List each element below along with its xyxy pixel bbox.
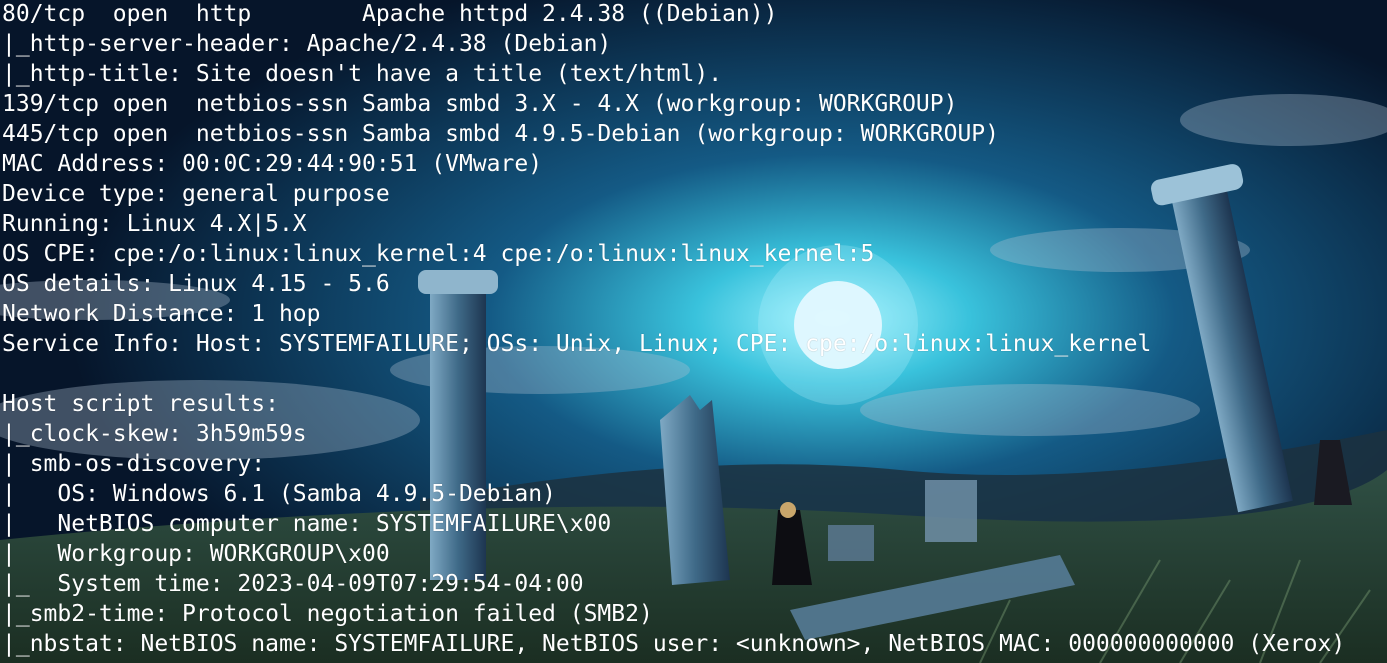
terminal-line: |_http-title: Site doesn't have a title … xyxy=(2,61,723,87)
terminal-line: |_ System time: 2023-04-09T07:29:54-04:0… xyxy=(2,571,584,597)
terminal-line: | smb-os-discovery: xyxy=(2,451,266,477)
terminal-line: Service Info: Host: SYSTEMFAILURE; OSs: … xyxy=(2,331,1152,357)
terminal-line: 80/tcp open http Apache httpd 2.4.38 ((D… xyxy=(2,1,778,27)
terminal-line: OS details: Linux 4.15 - 5.6 xyxy=(2,271,390,297)
terminal-window[interactable]: 80/tcp open http Apache httpd 2.4.38 ((D… xyxy=(0,0,1387,663)
terminal-line: Network Distance: 1 hop xyxy=(2,301,321,327)
terminal-line: | Workgroup: WORKGROUP\x00 xyxy=(2,541,390,567)
terminal-line: |_smb2-time: Protocol negotiation failed… xyxy=(2,601,653,627)
terminal-line: | OS: Windows 6.1 (Samba 4.9.5-Debian) xyxy=(2,481,556,507)
terminal-line: OS CPE: cpe:/o:linux:linux_kernel:4 cpe:… xyxy=(2,241,875,267)
terminal-output: 80/tcp open http Apache httpd 2.4.38 ((D… xyxy=(2,0,1387,659)
terminal-line: 445/tcp open netbios-ssn Samba smbd 4.9.… xyxy=(2,121,999,147)
terminal-line: Device type: general purpose xyxy=(2,181,390,207)
terminal-line: 139/tcp open netbios-ssn Samba smbd 3.X … xyxy=(2,91,958,117)
terminal-line: |_http-server-header: Apache/2.4.38 (Deb… xyxy=(2,31,612,57)
terminal-line: MAC Address: 00:0C:29:44:90:51 (VMware) xyxy=(2,151,543,177)
terminal-line: |_nbstat: NetBIOS name: SYSTEMFAILURE, N… xyxy=(2,631,1346,657)
terminal-line: |_clock-skew: 3h59m59s xyxy=(2,421,307,447)
terminal-line: Host script results: xyxy=(2,391,279,417)
terminal-line: | NetBIOS computer name: SYSTEMFAILURE\x… xyxy=(2,511,612,537)
terminal-line: Running: Linux 4.X|5.X xyxy=(2,211,307,237)
